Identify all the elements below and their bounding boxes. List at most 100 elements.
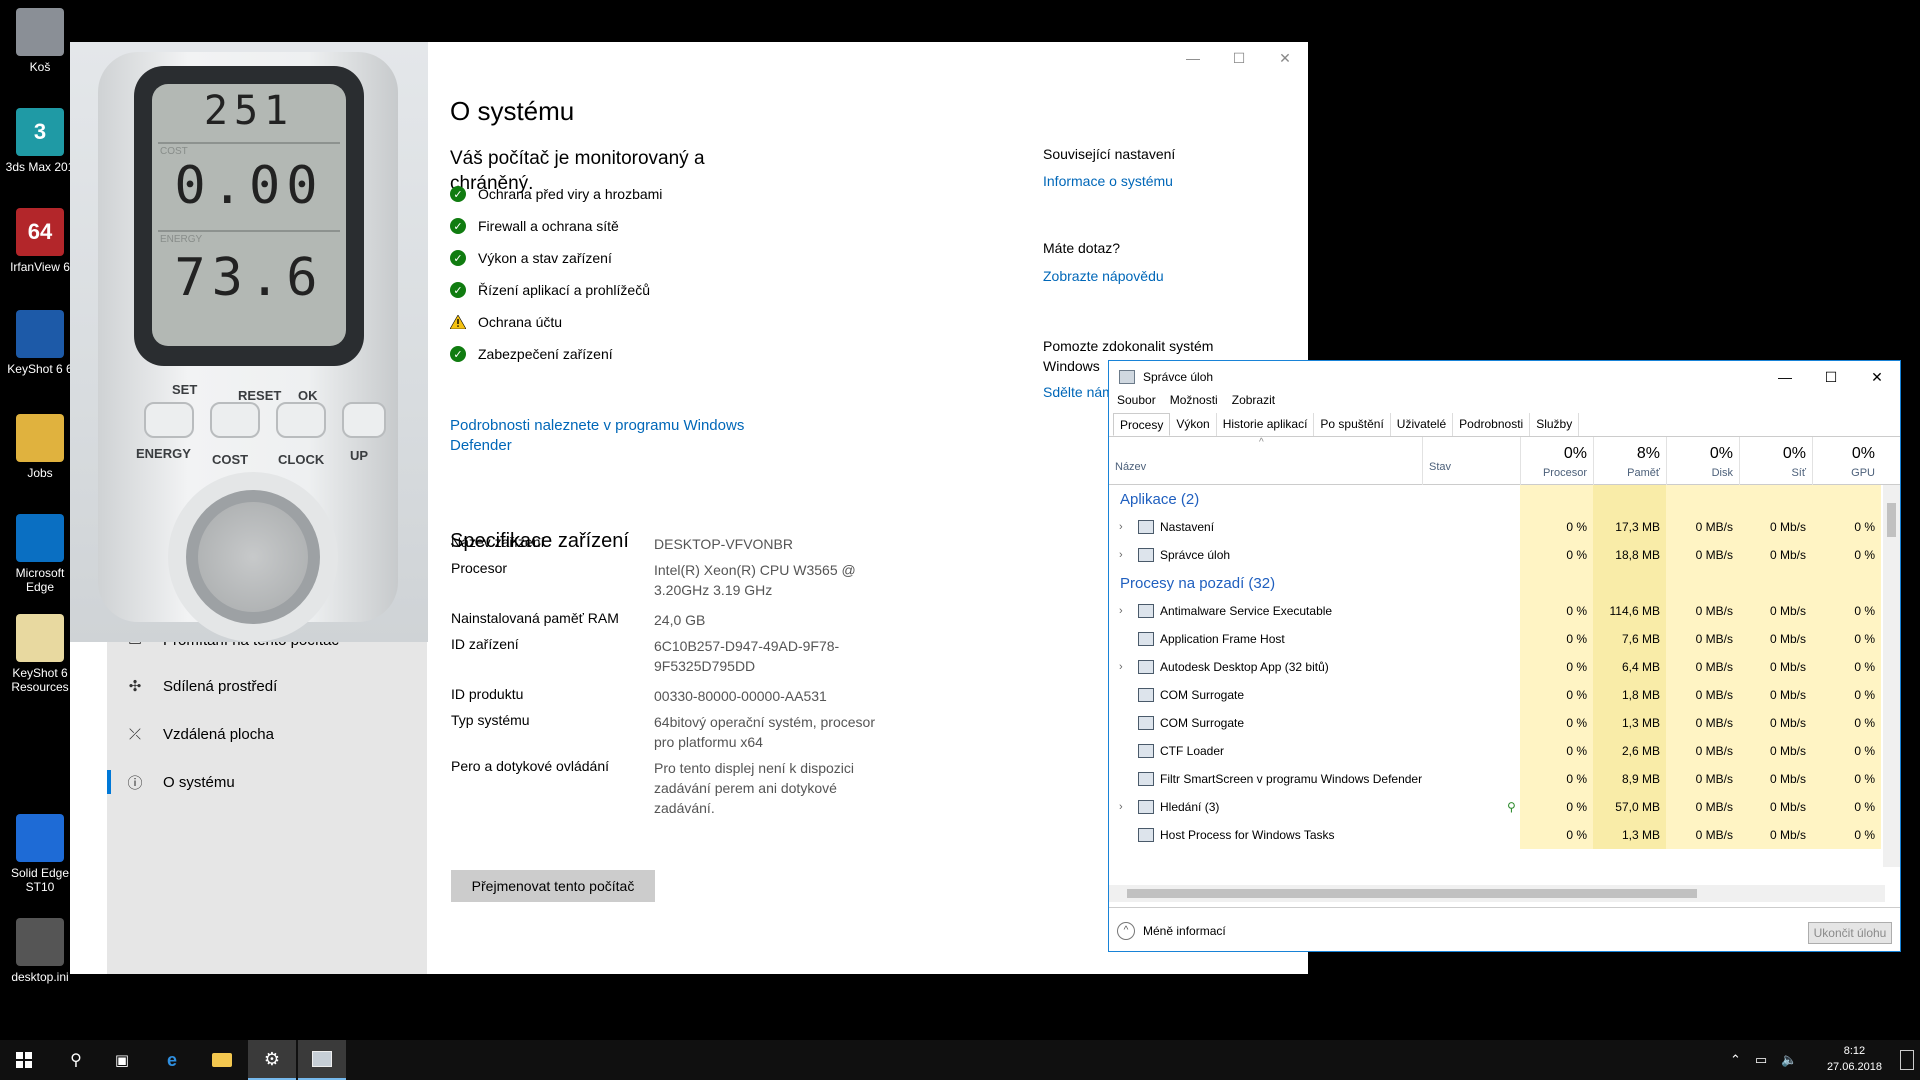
chevron-right-icon[interactable]: ›	[1119, 661, 1123, 673]
folder-icon	[212, 1053, 232, 1067]
edge-icon	[16, 514, 64, 562]
process-net-cell: 0 Mb/s	[1769, 688, 1806, 702]
process-disk-cell: 0 MB/s	[1695, 716, 1733, 730]
taskbar-task-manager[interactable]	[298, 1040, 346, 1080]
column-label: Stav	[1429, 461, 1452, 473]
desktop-icon[interactable]: 3 3ds Max 201	[0, 108, 80, 174]
search-button[interactable]: ⚲	[52, 1040, 100, 1080]
process-net-cell: 0 Mb/s	[1769, 660, 1806, 674]
menu-item[interactable]: Soubor	[1117, 393, 1156, 407]
spec-label: ID produktu	[451, 686, 524, 702]
desktop-icon[interactable]: desktop.ini	[0, 918, 80, 984]
clock[interactable]: 8:12 27.06.2018	[1827, 1043, 1882, 1075]
desktop-icon[interactable]: Koš	[0, 8, 80, 74]
tab[interactable]: Podrobnosti	[1453, 413, 1531, 436]
process-row[interactable]: COM Surrogate 0 % 1,3 MB 0 MB/s 0 Mb/s 0 %	[1109, 709, 1881, 737]
tab[interactable]: Výkon	[1170, 413, 1217, 436]
tab[interactable]: Uživatelé	[1391, 413, 1454, 436]
process-row[interactable]: › Hledání (3) ⚲ 0 % 57,0 MB 0 MB/s 0 Mb/s 0 %	[1109, 793, 1881, 821]
settings-gear-icon	[1138, 520, 1154, 534]
meter-body: 251 COST 0.00 ENERGY 73.6 SET RESET OK E…	[98, 52, 398, 642]
defender-details-link[interactable]: Podrobnosti naleznete v programu Windows…	[450, 416, 770, 456]
taskbar-edge[interactable]: e	[148, 1040, 196, 1080]
minimize-button[interactable]: —	[1170, 42, 1216, 74]
process-list: Aplikace (2) › Nastavení 0 % 17,3 MB 0 MB/s 0 …	[1109, 485, 1881, 867]
close-button[interactable]: ✕	[1854, 361, 1900, 393]
feedback-link[interactable]: Sdělte nám	[1043, 384, 1114, 400]
clock-time: 8:12	[1843, 1045, 1866, 1057]
vertical-scrollbar[interactable]	[1883, 485, 1900, 867]
spec-value: Pro tento displej není k dispozici zadáv…	[654, 760, 854, 816]
system-info-link[interactable]: Informace o systému	[1043, 173, 1173, 189]
maximize-button[interactable]: ☐	[1808, 361, 1854, 393]
meter-display-frame: 251 COST 0.00 ENERGY 73.6	[134, 66, 364, 366]
column-cpu[interactable]: 0% Procesor	[1520, 437, 1593, 485]
column-network[interactable]: 0% Síť	[1739, 437, 1812, 485]
process-row[interactable]: › Autodesk Desktop App (32 bitů) 0 % 6,4 MB…	[1109, 653, 1881, 681]
chevron-right-icon[interactable]: ›	[1119, 801, 1123, 813]
taskbar-settings[interactable]: ⚙	[248, 1040, 296, 1080]
tab[interactable]: Služby	[1530, 413, 1580, 436]
desktop-icon[interactable]: KeyShot 6 Resources	[0, 614, 80, 694]
process-row[interactable]: CTF Loader 0 % 2,6 MB 0 MB/s 0 Mb/s 0 %	[1109, 737, 1881, 765]
horizontal-scrollbar[interactable]	[1109, 885, 1885, 902]
column-disk[interactable]: 0% Disk	[1666, 437, 1739, 485]
column-label: GPU	[1851, 467, 1875, 479]
process-row[interactable]: COM Surrogate 0 % 1,8 MB 0 MB/s 0 Mb/s 0 %	[1109, 681, 1881, 709]
chevron-up-icon[interactable]: ^	[1117, 921, 1135, 940]
desktop-icon[interactable]: KeyShot 6 6	[0, 310, 80, 376]
menu-item[interactable]: Zobrazit	[1232, 393, 1275, 407]
chevron-right-icon[interactable]: ›	[1119, 605, 1123, 617]
column-memory[interactable]: 8% Paměť	[1593, 437, 1666, 485]
end-task-button[interactable]: Ukončit úlohu	[1808, 922, 1892, 944]
spec-value: Intel(R) Xeon(R) CPU W3565 @ 3.20GHz 3.1…	[654, 562, 856, 598]
column-name[interactable]: Název	[1109, 437, 1422, 485]
notifications-icon[interactable]	[1900, 1050, 1914, 1070]
process-row[interactable]: › Správce úloh 0 % 18,8 MB 0 MB/s 0 Mb/s 0 %	[1109, 541, 1881, 569]
tab[interactable]: Po spuštění	[1314, 413, 1391, 436]
process-row[interactable]: › Antimalware Service Executable 0 % 114,6 …	[1109, 597, 1881, 625]
process-row[interactable]: Filtr SmartScreen v programu Windows Def…	[1109, 765, 1881, 793]
process-table-header: ^ Název Stav 0% Procesor 8% Paměť 0% Dis…	[1109, 437, 1900, 485]
process-row[interactable]: › Nastavení 0 % 17,3 MB 0 MB/s 0 Mb/s 0 %	[1109, 513, 1881, 541]
nav-item-label: O systému	[163, 773, 235, 791]
start-button[interactable]	[0, 1040, 48, 1080]
status-item: ✓ Zabezpečení zařízení	[450, 346, 613, 362]
maximize-button[interactable]: ☐	[1216, 42, 1262, 74]
nav-item-remote-desktop[interactable]: ⤫ Vzdálená plocha	[107, 714, 427, 754]
network-icon[interactable]: ▭	[1755, 1052, 1767, 1068]
scrollbar-thumb[interactable]	[1127, 889, 1697, 898]
column-status[interactable]: Stav	[1422, 437, 1520, 485]
chevron-right-icon[interactable]: ›	[1119, 549, 1123, 561]
minimize-button[interactable]: —	[1762, 361, 1808, 393]
nav-item-shared-experiences[interactable]: ✣ Sdílená prostředí	[107, 666, 427, 706]
process-row[interactable]: Application Frame Host 0 % 7,6 MB 0 MB/s 0 M…	[1109, 625, 1881, 653]
desktop-icon-label: KeyShot 6 6	[7, 362, 73, 376]
process-row[interactable]: Host Process for Windows Tasks 0 % 1,3 MB 0…	[1109, 821, 1881, 849]
tab[interactable]: Procesy	[1113, 413, 1171, 436]
nav-item-about[interactable]: ⓘ O systému	[107, 762, 427, 802]
volume-icon[interactable]: 🔈	[1781, 1052, 1797, 1068]
task-view-button[interactable]: ▣	[98, 1040, 146, 1080]
process-window-icon	[1138, 688, 1154, 702]
menu-item[interactable]: Možnosti	[1170, 393, 1218, 407]
checkmark-icon: ✓	[450, 250, 466, 266]
fewer-details-link[interactable]: Méně informací	[1143, 924, 1226, 938]
close-button[interactable]: ✕	[1262, 42, 1308, 74]
process-net-cell: 0 Mb/s	[1769, 744, 1806, 758]
chevron-right-icon[interactable]: ›	[1119, 521, 1123, 533]
desktop-icon[interactable]: 64 IrfanView 6	[0, 208, 80, 274]
tab[interactable]: Historie aplikací	[1217, 413, 1315, 436]
column-gpu[interactable]: 0% GPU	[1812, 437, 1881, 485]
scrollbar-thumb[interactable]	[1887, 503, 1896, 537]
process-window-icon	[1138, 828, 1154, 842]
process-mem-cell: 17,3 MB	[1615, 520, 1660, 534]
process-disk-cell: 0 MB/s	[1695, 744, 1733, 758]
desktop-icon[interactable]: Solid Edge ST10	[0, 814, 80, 894]
rename-pc-button[interactable]: Přejmenovat tento počítač	[451, 870, 655, 902]
chevron-up-icon[interactable]: ⌃	[1730, 1052, 1741, 1068]
desktop-icon[interactable]: Microsoft Edge	[0, 514, 80, 594]
help-link[interactable]: Zobrazte nápovědu	[1043, 268, 1164, 284]
taskbar-explorer[interactable]	[198, 1040, 246, 1080]
desktop-icon[interactable]: Jobs	[0, 414, 80, 480]
